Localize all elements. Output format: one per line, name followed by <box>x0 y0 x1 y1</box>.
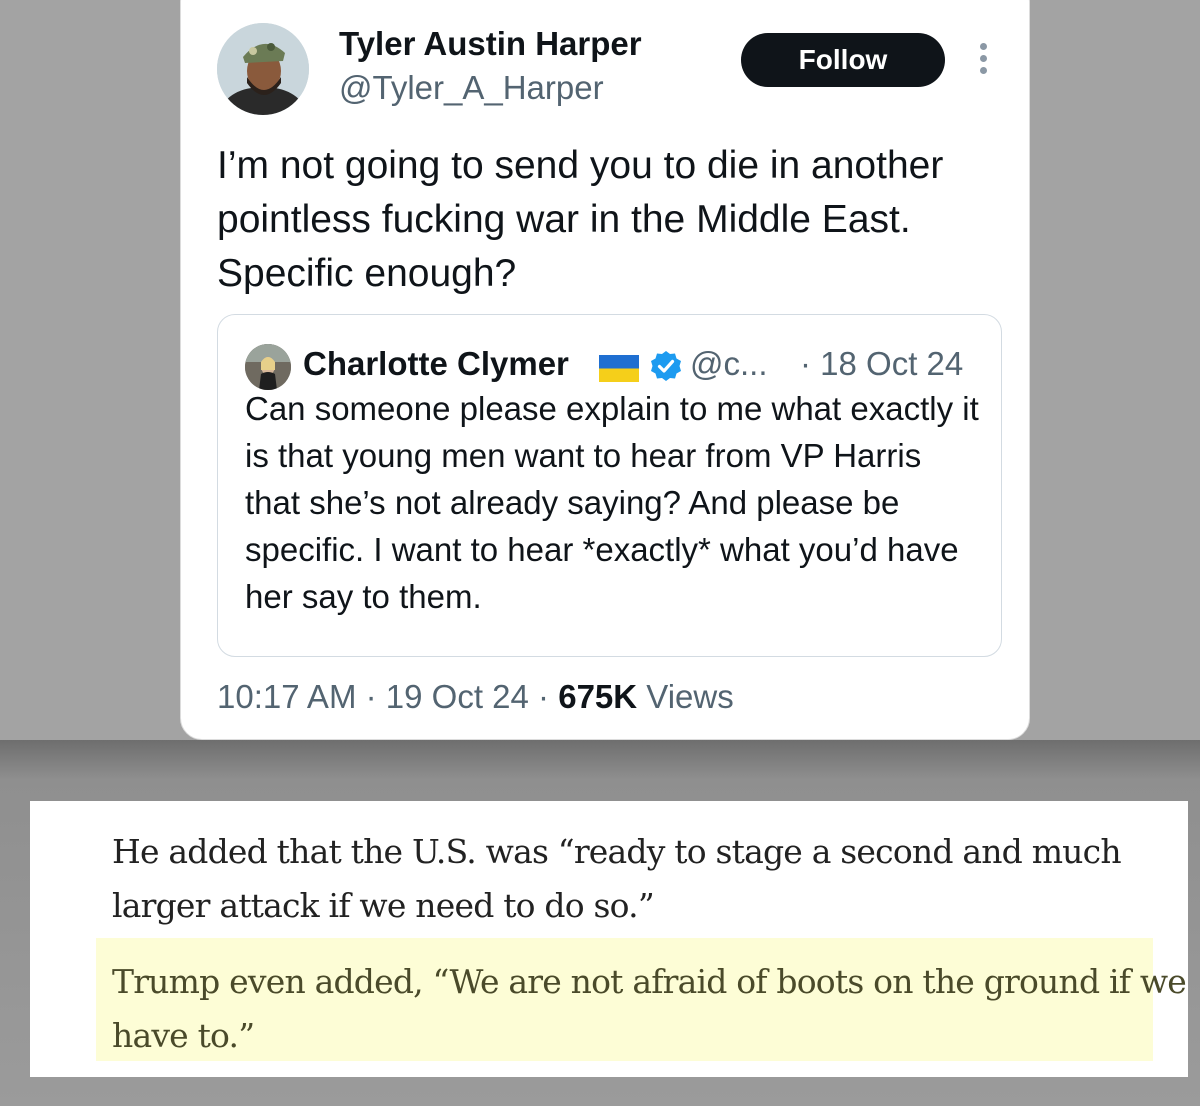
quoted-date: · 18 Oct 24 <box>800 345 964 382</box>
tweet-text: I’m not going to send you to die in anot… <box>217 144 944 295</box>
author-name[interactable]: Tyler Austin Harper <box>339 25 642 63</box>
ukraine-flag-icon <box>599 355 639 382</box>
tweet-card: Tyler Austin Harper @Tyler_A_Harper Foll… <box>180 0 1030 740</box>
tweet-time[interactable]: 10:17 AM <box>217 678 356 715</box>
highlighted-paragraph: Trump even added, “We are not afraid of … <box>112 962 1187 1055</box>
article-paragraph: He added that the U.S. was “ready to sta… <box>112 832 1122 925</box>
separator: · <box>365 678 377 715</box>
quoted-text: Can someone please explain to me what ex… <box>245 390 979 615</box>
article-excerpt: He added that the U.S. was “ready to sta… <box>30 801 1188 1077</box>
quoted-author-name: Charlotte Clymer <box>303 345 569 382</box>
views-label: Views <box>646 678 734 715</box>
tweet-meta: 10:17 AM · 19 Oct 24 · 675K Views <box>217 678 734 716</box>
views-count: 675K <box>558 678 638 715</box>
separator: · <box>538 678 550 715</box>
author-avatar[interactable] <box>217 23 309 115</box>
author-handle[interactable]: @Tyler_A_Harper <box>339 69 604 107</box>
more-vertical-icon[interactable] <box>979 43 989 79</box>
quoted-author-avatar <box>245 344 291 390</box>
tweet-date[interactable]: 19 Oct 24 <box>386 678 529 715</box>
quoted-author-handle: @c... <box>690 345 768 382</box>
verified-badge-icon <box>650 350 682 382</box>
follow-button[interactable]: Follow <box>741 33 945 87</box>
quoted-tweet[interactable]: Charlotte Clymer @c... · 18 Oct 24 Can s… <box>217 314 1002 657</box>
